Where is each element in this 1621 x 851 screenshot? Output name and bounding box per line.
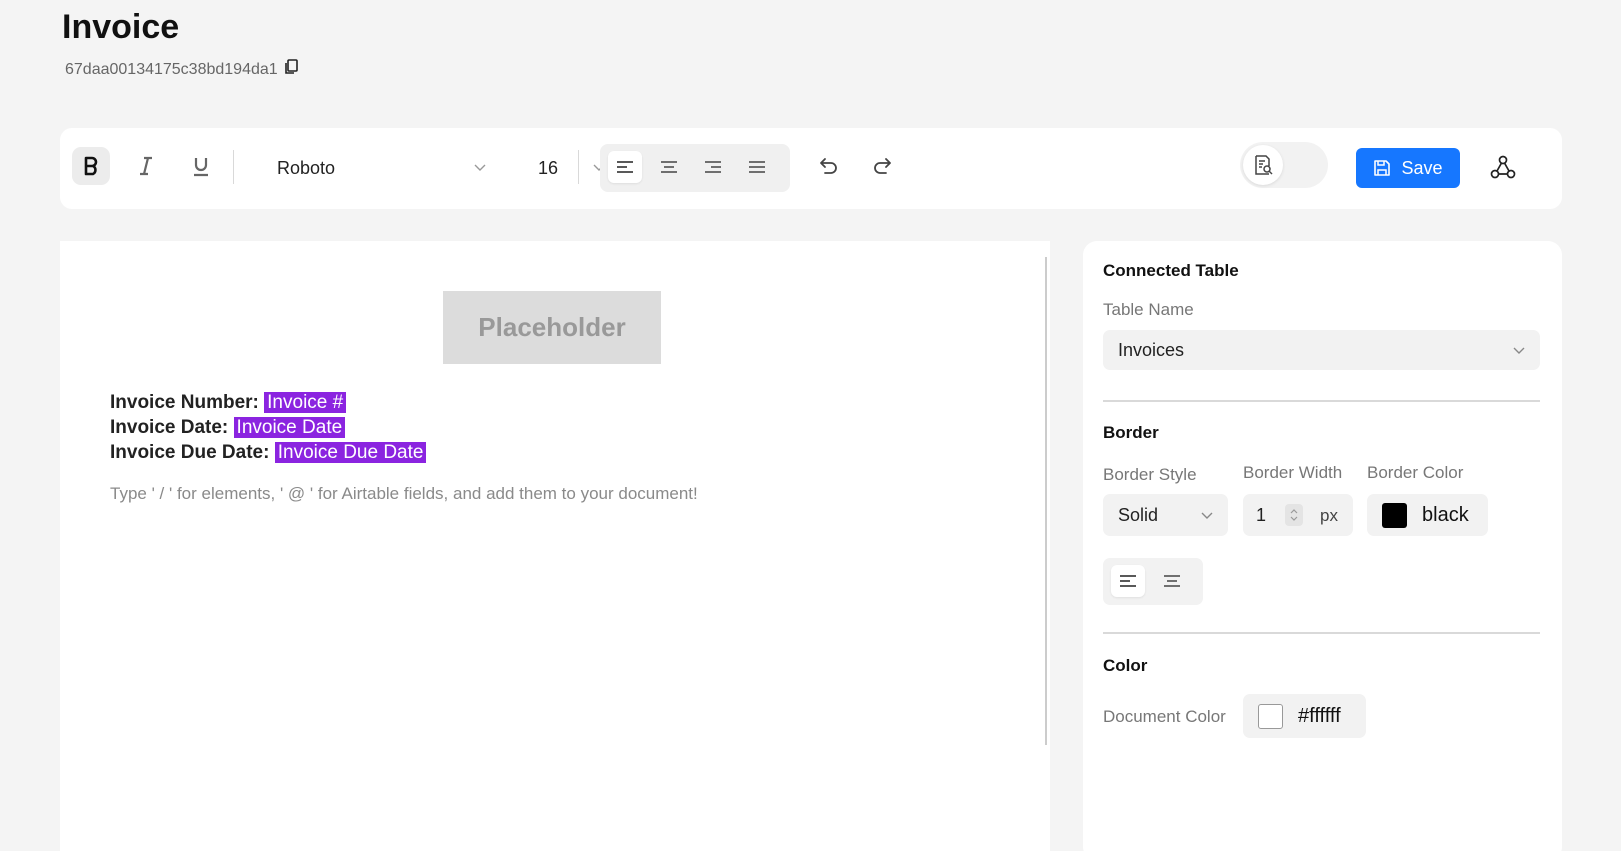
- save-label: Save: [1401, 157, 1443, 178]
- border-color-picker[interactable]: black: [1367, 494, 1488, 536]
- doc-id-row: 67daa00134175c38bd194da1: [65, 59, 298, 80]
- field-row-invoice-date: Invoice Date: Invoice Date: [110, 415, 426, 440]
- underline-icon: [194, 158, 208, 177]
- chevron-down-icon: [1201, 512, 1213, 519]
- invoice-fields: Invoice Number: Invoice # Invoice Date: …: [110, 390, 427, 465]
- stepper-arrows-icon: [1290, 509, 1298, 521]
- formatting-toolbar: Roboto 16 Save: [60, 128, 1562, 209]
- font-size-select[interactable]: 16: [538, 148, 608, 188]
- text-align-group: [600, 144, 790, 192]
- redo-icon: [874, 158, 891, 174]
- border-width-value: 1: [1256, 505, 1267, 525]
- align-center-button[interactable]: [652, 151, 686, 183]
- color-title: Color: [1103, 656, 1148, 675]
- connections-button[interactable]: [1484, 148, 1522, 186]
- border-style-select[interactable]: Solid: [1103, 494, 1228, 536]
- underline-button[interactable]: [182, 147, 220, 185]
- border-style-value: Solid: [1118, 504, 1159, 525]
- bold-icon: [84, 156, 98, 176]
- border-width-unit: px: [1320, 506, 1338, 525]
- border-color-label: Border Color: [1367, 463, 1464, 482]
- align-left-button[interactable]: [608, 151, 642, 183]
- field-label: Invoice Due Date:: [110, 442, 270, 463]
- toggle-knob: [1243, 145, 1283, 185]
- italic-button[interactable]: [127, 147, 165, 185]
- align-left-button[interactable]: [1111, 565, 1145, 597]
- document-color-label: Document Color: [1103, 707, 1226, 726]
- border-color-value: black: [1422, 503, 1469, 526]
- align-justify-icon: [749, 161, 765, 173]
- toolbar-divider: [578, 150, 579, 184]
- save-button[interactable]: Save: [1356, 148, 1460, 188]
- chevron-down-icon: [474, 164, 486, 171]
- document-color-picker[interactable]: #ffffff: [1243, 694, 1366, 738]
- table-name-value: Invoices: [1118, 339, 1185, 360]
- doc-id: 67daa00134175c38bd194da1: [65, 60, 278, 78]
- copy-icon[interactable]: [284, 59, 298, 80]
- field-label: Invoice Number:: [110, 392, 259, 413]
- bold-button[interactable]: [72, 147, 110, 185]
- table-name-label: Table Name: [1103, 300, 1194, 319]
- preview-toggle[interactable]: [1240, 142, 1328, 188]
- border-title: Border: [1103, 423, 1159, 442]
- airtable-field-chip[interactable]: Invoice #: [264, 392, 347, 413]
- image-placeholder[interactable]: Placeholder: [443, 291, 661, 364]
- color-swatch: [1258, 703, 1283, 729]
- document-editor[interactable]: Placeholder Invoice Number: Invoice # In…: [60, 241, 1050, 851]
- border-width-input[interactable]: 1 px: [1243, 494, 1353, 536]
- redo-button[interactable]: [865, 148, 901, 184]
- italic-icon: [140, 156, 152, 176]
- align-center-icon: [1164, 575, 1180, 587]
- undo-button[interactable]: [810, 148, 846, 184]
- number-stepper[interactable]: [1285, 504, 1303, 526]
- share-nodes-icon: [1490, 155, 1516, 179]
- undo-icon: [820, 158, 837, 174]
- toolbar-divider: [233, 150, 234, 184]
- border-width-label: Border Width: [1243, 463, 1343, 482]
- align-right-icon: [705, 161, 721, 173]
- chevron-down-icon: [1513, 347, 1525, 354]
- field-label: Invoice Date:: [110, 417, 229, 438]
- connected-table-title: Connected Table: [1103, 261, 1239, 280]
- font-family-value: Roboto: [277, 157, 336, 178]
- table-name-select[interactable]: Invoices: [1103, 330, 1540, 370]
- align-left-icon: [1120, 575, 1136, 587]
- editor-scrollbar[interactable]: [1045, 257, 1047, 745]
- page-title: Invoice: [62, 8, 180, 46]
- color-swatch: [1382, 502, 1407, 528]
- section-divider: [1103, 400, 1540, 402]
- airtable-field-chip[interactable]: Invoice Date: [233, 417, 346, 438]
- airtable-field-chip[interactable]: Invoice Due Date: [274, 442, 427, 463]
- font-family-select[interactable]: Roboto: [277, 148, 505, 188]
- field-row-invoice-number: Invoice Number: Invoice #: [110, 390, 426, 415]
- editor-hint: Type ' / ' for elements, ' @ ' for Airta…: [110, 484, 698, 503]
- document-search-icon: [1255, 155, 1273, 175]
- align-justify-button[interactable]: [740, 151, 774, 183]
- border-style-label: Border Style: [1103, 465, 1197, 484]
- align-right-button[interactable]: [696, 151, 730, 183]
- align-center-button[interactable]: [1155, 565, 1189, 597]
- save-icon: [1374, 160, 1391, 176]
- document-color-value: #ffffff: [1298, 704, 1341, 727]
- properties-panel: Connected Table Table Name Invoices Bord…: [1083, 241, 1562, 851]
- section-divider: [1103, 632, 1540, 634]
- font-size-value: 16: [538, 157, 559, 178]
- border-align-group: [1103, 558, 1203, 605]
- field-row-invoice-due-date: Invoice Due Date: Invoice Due Date: [110, 440, 427, 465]
- align-center-icon: [661, 161, 677, 173]
- align-left-icon: [617, 161, 633, 173]
